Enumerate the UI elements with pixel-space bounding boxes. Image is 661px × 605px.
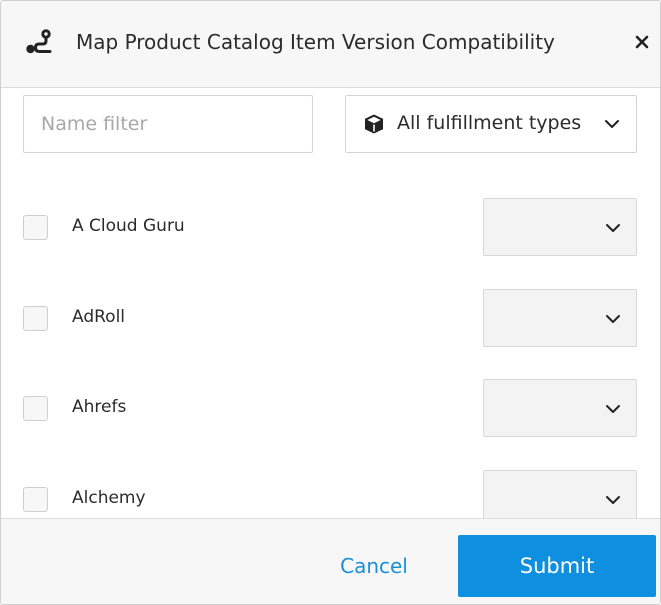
item-checkbox[interactable]: [23, 396, 48, 421]
fulfillment-type-select[interactable]: All fulfillment types: [345, 95, 637, 153]
dialog-footer: Cancel Submit: [1, 518, 660, 604]
dialog-title: Map Product Catalog Item Version Compati…: [76, 30, 555, 54]
version-select[interactable]: [483, 379, 637, 437]
name-filter-input[interactable]: [23, 95, 313, 153]
item-name: A Cloud Guru: [72, 216, 185, 236]
item-checkbox[interactable]: [23, 215, 48, 240]
item-checkbox[interactable]: [23, 487, 48, 512]
route-icon: [26, 29, 52, 54]
version-select[interactable]: [483, 470, 637, 518]
chevron-down-icon: [606, 496, 620, 504]
list-item: A Cloud Guru: [1, 198, 660, 256]
list-item: AdRoll: [1, 289, 660, 347]
item-name: Ahrefs: [72, 397, 127, 417]
item-name: AdRoll: [72, 307, 126, 327]
dialog-header: Map Product Catalog Item Version Compati…: [1, 1, 660, 88]
close-icon[interactable]: [634, 34, 650, 50]
chevron-down-icon: [606, 405, 620, 413]
list-item: Alchemy: [1, 470, 660, 518]
dialog-body: All fulfillment types A Cloud Guru AdRol…: [1, 88, 660, 518]
box-icon: [365, 114, 383, 134]
cancel-button[interactable]: Cancel: [324, 535, 424, 597]
item-checkbox[interactable]: [23, 306, 48, 331]
fulfillment-type-label: All fulfillment types: [397, 112, 582, 134]
dialog: Map Product Catalog Item Version Compati…: [0, 0, 661, 605]
list-item: Ahrefs: [1, 379, 660, 437]
submit-button[interactable]: Submit: [458, 535, 656, 597]
chevron-down-icon: [606, 315, 620, 323]
chevron-down-icon: [606, 224, 620, 232]
item-name: Alchemy: [72, 488, 146, 508]
version-select[interactable]: [483, 289, 637, 347]
version-select[interactable]: [483, 198, 637, 256]
chevron-down-icon: [605, 120, 619, 128]
